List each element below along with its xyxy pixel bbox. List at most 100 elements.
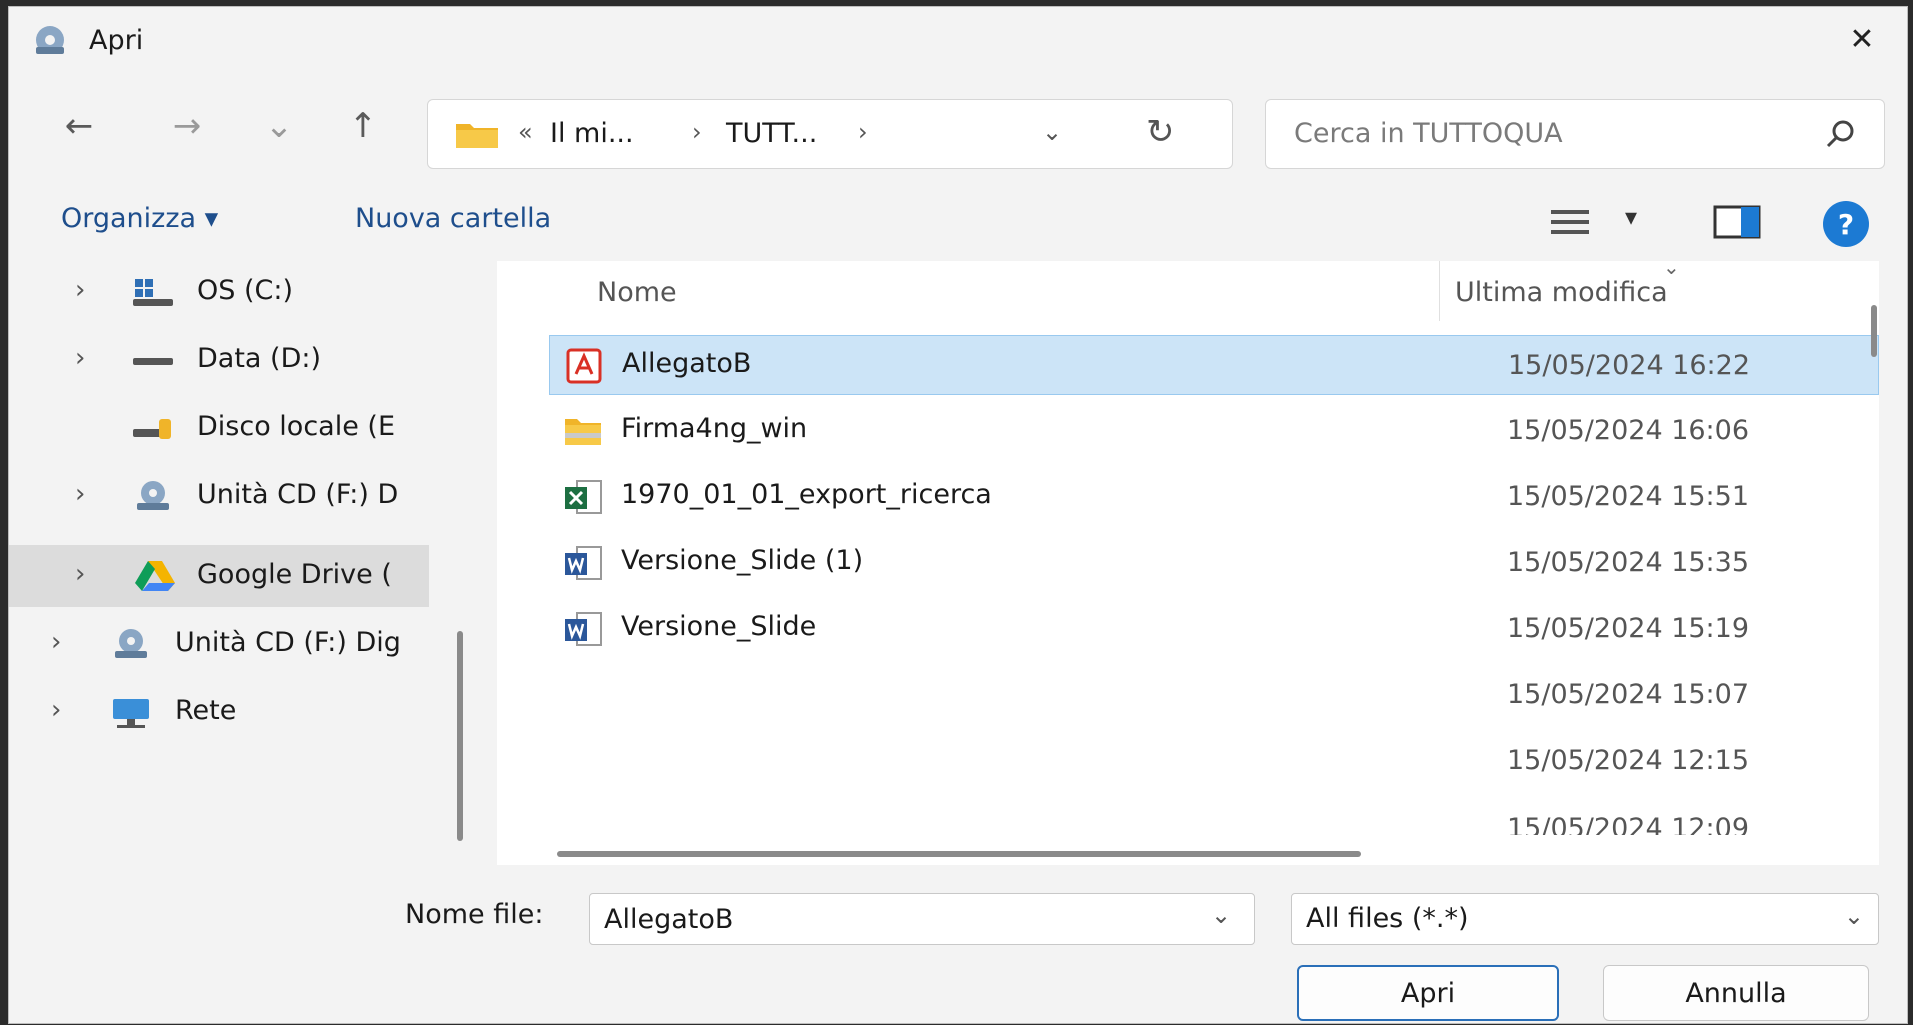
breadcrumb-item[interactable]: Il mi...: [550, 118, 634, 149]
sidebar-item-label: Google Drive (: [197, 559, 392, 590]
breadcrumb-separator[interactable]: ›: [858, 118, 868, 146]
recent-locations-button[interactable]: ⌄: [249, 101, 309, 151]
chevron-right-icon[interactable]: ›: [75, 559, 85, 589]
forward-button[interactable]: →: [157, 101, 217, 151]
sidebar-item-label: Disco locale (E: [197, 411, 396, 442]
file-date: 15/05/2024 16:06: [1507, 415, 1750, 446]
file-row[interactable]: Firma4ng_win 15/05/2024 16:06: [549, 401, 1879, 461]
file-list-horizontal-scrollbar[interactable]: [557, 851, 1361, 857]
breadcrumb-separator[interactable]: ›: [692, 118, 702, 146]
chevron-right-icon[interactable]: ›: [75, 479, 85, 509]
file-row[interactable]: 15/05/2024 12:15: [549, 731, 1879, 791]
back-button[interactable]: ←: [49, 101, 109, 151]
file-type-value: All files (*.*): [1306, 903, 1469, 934]
chevron-right-icon[interactable]: ›: [75, 343, 85, 373]
sidebar-item-cd-f-dig[interactable]: › Unità CD (F:) Dig: [9, 613, 483, 675]
sidebar-item-rete[interactable]: › Rete: [9, 681, 483, 743]
navigation-bar: ← → ⌄ ↑ « Il mi... › TUTT... › ⌄ ↻ Cerca…: [9, 85, 1907, 169]
file-name: AllegatoB: [622, 348, 752, 379]
breadcrumb-overflow[interactable]: «: [518, 118, 533, 146]
cd-drive-icon: [115, 629, 147, 658]
column-divider[interactable]: [1439, 261, 1440, 321]
filename-input[interactable]: [589, 893, 1255, 945]
file-date: 15/05/2024 16:22: [1508, 350, 1751, 381]
file-type-filter[interactable]: All files (*.*) ⌄: [1291, 893, 1879, 945]
network-icon: [113, 699, 149, 728]
chevron-down-icon[interactable]: ⌄: [1211, 901, 1231, 929]
file-name: 1970_01_01_export_ricerca: [621, 479, 992, 510]
sort-indicator-icon: ⌄: [1663, 255, 1680, 279]
file-row[interactable]: 15/05/2024 15:07: [549, 665, 1879, 725]
file-name: Versione_Slide: [621, 611, 817, 642]
organize-button[interactable]: Organizza ▾: [61, 203, 218, 234]
file-list-vertical-scrollbar[interactable]: [1871, 305, 1877, 357]
file-date: 15/05/2024 15:35: [1507, 547, 1750, 578]
file-row[interactable]: 1970_01_01_export_ricerca 15/05/2024 15:…: [549, 467, 1879, 527]
drive-icon: [133, 358, 173, 365]
breadcrumb-item[interactable]: TUTT...: [726, 118, 817, 149]
dialog-footer: Nome file: ⌄ All files (*.*) ⌄ Apri Annu…: [9, 869, 1907, 1025]
chevron-right-icon[interactable]: ›: [51, 627, 61, 657]
file-date: 15/05/2024 12:09: [1507, 813, 1750, 835]
excel-icon: [565, 480, 602, 514]
window-title: Apri: [89, 25, 144, 56]
cd-drive-icon: [36, 26, 64, 54]
folder-icon: [456, 124, 498, 148]
open-file-dialog: Apri ✕ ← → ⌄ ↑ « Il mi... › TUTT... › ⌄ …: [8, 6, 1908, 1024]
sidebar-item-label: Unità CD (F:) D: [197, 479, 399, 510]
file-row[interactable]: Versione_Slide (1) 15/05/2024 15:35: [549, 533, 1879, 593]
file-date: 15/05/2024 15:19: [1507, 613, 1750, 644]
address-dropdown-icon[interactable]: ⌄: [1042, 118, 1062, 146]
file-name: Firma4ng_win: [621, 413, 808, 444]
drive-os-icon: [133, 279, 173, 306]
sidebar-item-label: Data (D:): [197, 343, 322, 374]
zip-folder-icon: [565, 419, 601, 445]
file-row[interactable]: AllegatoB 15/05/2024 16:22: [549, 335, 1879, 395]
chevron-right-icon[interactable]: ›: [75, 275, 85, 305]
close-button[interactable]: ✕: [1817, 7, 1907, 71]
command-bar: Organizza ▾ Nuova cartella ▾ ?: [9, 185, 1907, 255]
cancel-button[interactable]: Annulla: [1603, 965, 1869, 1021]
new-folder-button[interactable]: Nuova cartella: [355, 203, 551, 234]
sidebar-item-cd-f[interactable]: › Unità CD (F:) D: [9, 465, 483, 527]
cd-drive-icon: [137, 481, 169, 510]
sidebar-item-label: Unità CD (F:) Dig: [175, 627, 401, 658]
up-button[interactable]: ↑: [333, 101, 393, 151]
file-date: 15/05/2024 15:51: [1507, 481, 1750, 512]
chevron-right-icon[interactable]: ›: [51, 695, 61, 725]
file-name: Versione_Slide (1): [621, 545, 864, 576]
list-view-icon[interactable]: [1549, 207, 1591, 237]
address-bar[interactable]: « Il mi... › TUTT... › ⌄ ↻: [427, 99, 1233, 169]
search-icon: [1826, 120, 1854, 148]
sidebar-item-os-c[interactable]: › OS (C:): [9, 261, 483, 323]
pdf-icon: [566, 348, 602, 384]
sidebar-scrollbar[interactable]: [457, 631, 463, 841]
arrow-right-icon: →: [172, 106, 202, 146]
chevron-down-icon: ⌄: [1843, 902, 1864, 930]
column-header-name[interactable]: Nome: [597, 277, 677, 308]
close-icon: ✕: [1849, 21, 1875, 57]
view-options-dropdown[interactable]: ▾: [1625, 203, 1637, 231]
help-icon[interactable]: ?: [1823, 201, 1869, 247]
navigation-pane: › OS (C:) › Data (D:) Disco locale (E ›: [9, 261, 483, 865]
refresh-icon[interactable]: ↻: [1146, 112, 1175, 152]
arrow-up-icon: ↑: [348, 106, 378, 146]
column-header-modified[interactable]: Ultima modifica: [1455, 277, 1668, 308]
word-icon: [565, 546, 602, 580]
chevron-down-icon: ⌄: [264, 106, 294, 146]
arrow-left-icon: ←: [64, 106, 94, 146]
file-row[interactable]: 15/05/2024 12:09: [549, 797, 1879, 835]
sidebar-item-data-d[interactable]: › Data (D:): [9, 329, 483, 391]
search-placeholder: Cerca in TUTTOQUA: [1294, 118, 1563, 149]
sidebar-item-label: Rete: [175, 695, 237, 726]
sidebar-item-disco-locale[interactable]: Disco locale (E: [9, 397, 483, 459]
preview-pane-icon[interactable]: [1713, 205, 1761, 239]
open-button[interactable]: Apri: [1297, 965, 1559, 1021]
file-row[interactable]: Versione_Slide 15/05/2024 15:19: [549, 599, 1879, 659]
google-drive-icon: [135, 561, 175, 591]
search-box[interactable]: Cerca in TUTTOQUA: [1265, 99, 1885, 169]
sidebar-item-label: OS (C:): [197, 275, 293, 306]
filename-label: Nome file:: [405, 899, 544, 930]
usb-drive-icon: [133, 419, 171, 439]
sidebar-item-google-drive[interactable]: › Google Drive (: [9, 545, 429, 607]
